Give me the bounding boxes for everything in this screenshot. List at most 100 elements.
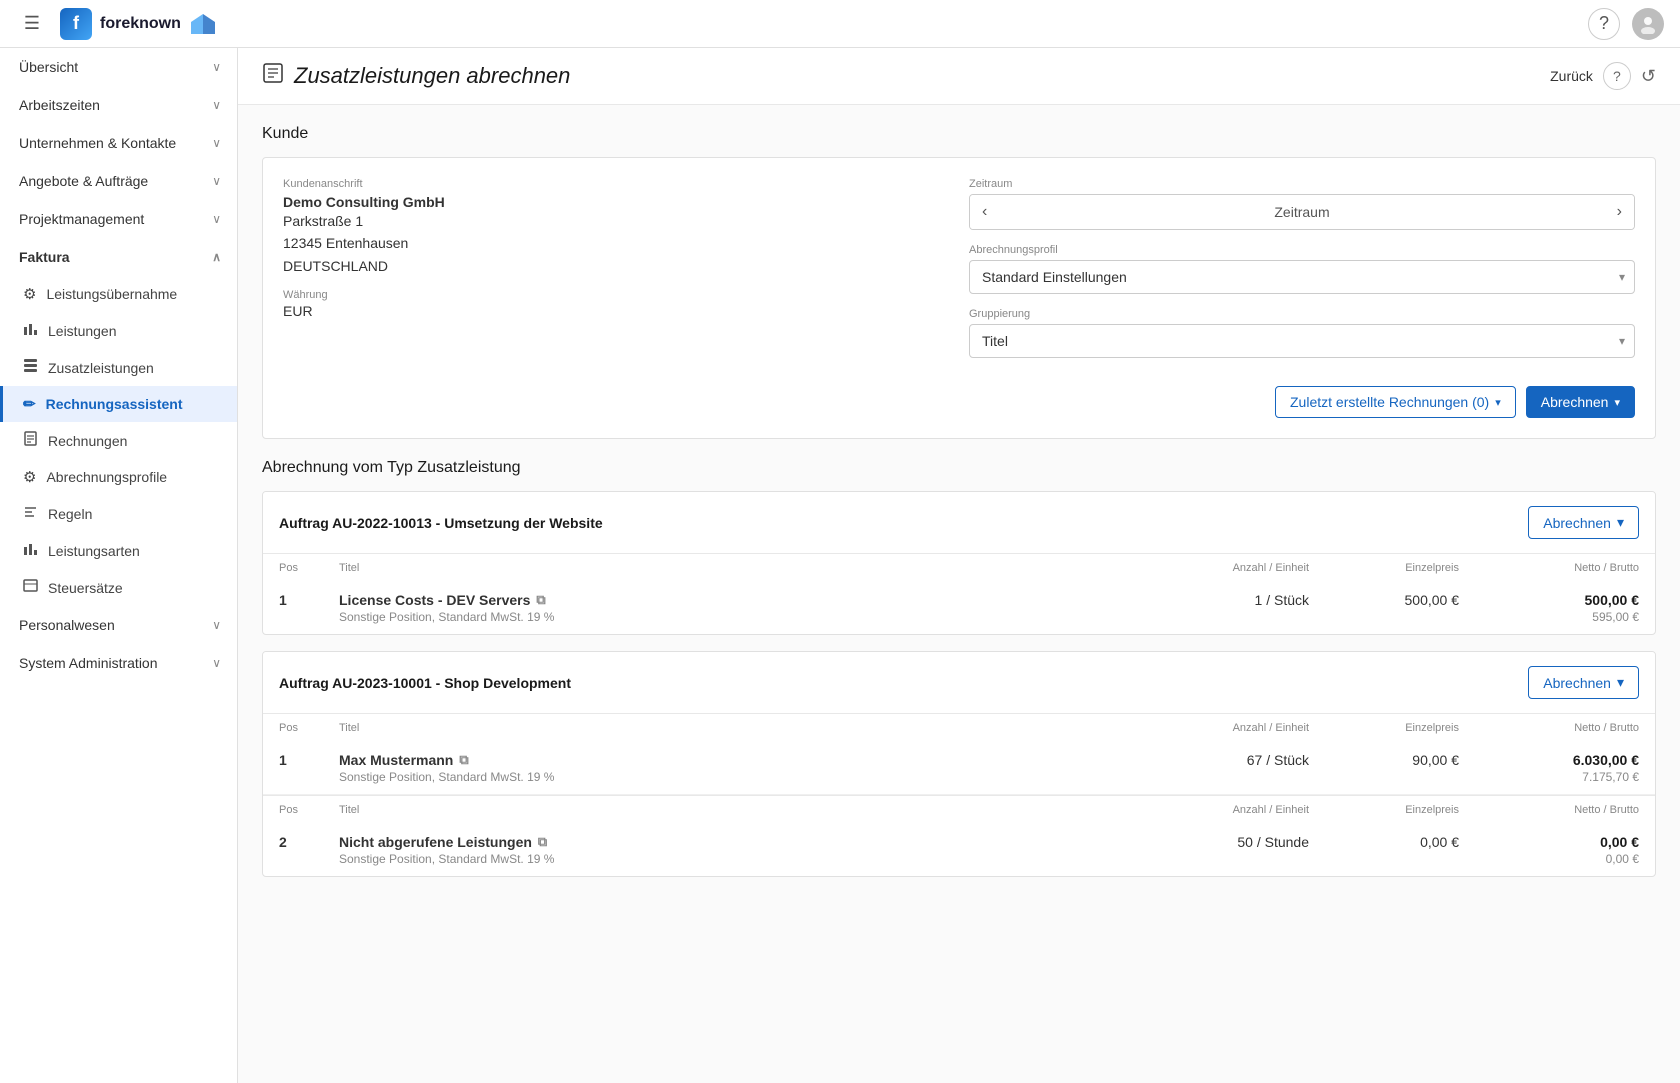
sidebar-item-rechnungsassistent[interactable]: ✏ Rechnungsassistent [0,386,237,422]
dropdown-chevron-icon: ▾ [1495,396,1501,409]
pencil-icon: ✏ [23,395,36,413]
billing-section-title: Abrechnung vom Typ Zusatzleistung [262,459,1656,477]
customer-street: Parkstraße 1 [283,210,949,232]
period-label: Zeitraum [969,178,1635,190]
sidebar-item-personalwesen[interactable]: Personalwesen ∨ [0,606,237,644]
col-price-header: Einzelpreis [1309,804,1459,816]
sidebar-sub-label: Zusatzleistungen [48,360,154,376]
order-bill-button-1[interactable]: Abrechnen ▾ [1528,506,1639,539]
page-refresh-button[interactable]: ↺ [1641,66,1656,87]
item-quantity: 1 / Stück [1129,592,1309,608]
billing-profile-wrapper: Standard Einstellungen [969,260,1635,294]
billing-profile-select[interactable]: Standard Einstellungen [969,260,1635,294]
grouping-select[interactable]: Titel [969,324,1635,358]
billing-profile-label: Abrechnungsprofil [969,244,1635,256]
currency-value: EUR [283,303,949,319]
table-icon [23,358,38,377]
page-help-button[interactable]: ? [1603,62,1631,90]
time-controls: Zeitraum ‹ Zeitraum › Abrechnungsprofil [969,178,1635,358]
chevron-down-icon: ∨ [212,656,221,670]
sidebar-item-zusatzleistungen[interactable]: Zusatzleistungen [0,349,237,386]
bill-button[interactable]: Abrechnen ▾ [1526,386,1635,418]
table-row: 1 Max Mustermann ⧉ Sonstige Position, St… [263,742,1655,795]
sidebar-item-rechnungen[interactable]: Rechnungen [0,422,237,459]
item-quantity: 67 / Stück [1129,752,1309,768]
table-row: 2 Nicht abgerufene Leistungen ⧉ Sonstige… [263,824,1655,876]
period-display: Zeitraum [999,196,1604,228]
sidebar-item-label: Faktura [19,249,70,265]
sidebar-item-leistungsuebernahme[interactable]: ⚙ Leistungsübernahme [0,276,237,312]
item-title: Nicht abgerufene Leistungen ⧉ [339,834,1129,850]
order-title-2: Auftrag AU-2023-10001 - Shop Development [279,675,571,691]
recent-invoices-button[interactable]: Zuletzt erstellte Rechnungen (0) ▾ [1275,386,1516,418]
dropdown-chevron-icon: ▾ [1614,396,1620,409]
time-period-row: ‹ Zeitraum › [969,194,1635,230]
item-unit-price: 500,00 € [1309,592,1459,608]
order-2-col-headers: Pos Titel Anzahl / Einheit Einzelpreis N… [263,714,1655,742]
sidebar-sub-label: Leistungsübernahme [46,286,177,302]
sidebar-sub-label: Steuersätze [48,580,123,596]
item-pos: 1 [279,592,339,608]
item-gross: 7.175,70 € [1459,770,1639,784]
copy-icon[interactable]: ⧉ [536,592,545,608]
avatar-icon [1638,14,1658,34]
help-button[interactable]: ? [1588,8,1620,40]
sidebar-item-steuersatze[interactable]: Steuersätze [0,569,237,606]
item-subtitle: Sonstige Position, Standard MwSt. 19 % [339,610,1129,624]
sidebar-item-ubersicht[interactable]: Übersicht ∨ [0,48,237,86]
menu-button[interactable]: ☰ [16,8,48,40]
chevron-up-icon: ∧ [212,250,221,264]
copy-icon[interactable]: ⧉ [538,834,547,850]
order-bill-button-2[interactable]: Abrechnen ▾ [1528,666,1639,699]
item-total: 0,00 € 0,00 € [1459,834,1639,866]
sidebar-item-angebote[interactable]: Angebote & Aufträge ∨ [0,162,237,200]
main-content: Zusatzleistungen abrechnen Zurück ? ↺ Ku… [238,48,1680,1083]
order-title-1: Auftrag AU-2022-10013 - Umsetzung der We… [279,515,603,531]
col-title-header: Titel [339,562,1129,574]
period-prev-button[interactable]: ‹ [970,195,999,229]
grouping-section: Gruppierung Titel [969,308,1635,358]
col-netgross-header: Netto / Brutto [1459,562,1639,574]
col-price-header: Einzelpreis [1309,722,1459,734]
dropdown-chevron-icon: ▾ [1617,514,1624,531]
sidebar-item-leistungsarten[interactable]: Leistungsarten [0,532,237,569]
item-total: 6.030,00 € 7.175,70 € [1459,752,1639,784]
period-next-button[interactable]: › [1605,195,1634,229]
item-net: 6.030,00 € [1459,752,1639,768]
recent-invoices-label: Zuletzt erstellte Rechnungen (0) [1290,394,1489,410]
sidebar-item-leistungen[interactable]: Leistungen [0,312,237,349]
sidebar-item-arbeitszeiten[interactable]: Arbeitszeiten ∨ [0,86,237,124]
sidebar-item-label: Übersicht [19,59,78,75]
back-button[interactable]: Zurück [1550,68,1593,84]
sidebar-item-label: Arbeitszeiten [19,97,100,113]
page-header: Zusatzleistungen abrechnen Zurück ? ↺ [238,48,1680,105]
chevron-down-icon: ∨ [212,618,221,632]
sidebar-item-projektmanagement[interactable]: Projektmanagement ∨ [0,200,237,238]
page-title-container: Zusatzleistungen abrechnen [262,62,570,90]
user-avatar[interactable] [1632,8,1664,40]
order-card-1: Auftrag AU-2022-10013 - Umsetzung der We… [262,491,1656,635]
customer-section-title: Kunde [262,125,1656,143]
sidebar-item-abrechnungsprofile[interactable]: ⚙ Abrechnungsprofile [0,459,237,495]
chevron-down-icon: ∨ [212,98,221,112]
page-title-icon [262,62,284,90]
sidebar-sub-label: Leistungen [48,323,117,339]
topbar-actions: ? [1588,8,1664,40]
sidebar-sub-label: Rechnungen [48,433,127,449]
item-title-block: Max Mustermann ⧉ Sonstige Position, Stan… [339,752,1129,784]
customer-country: DEUTSCHLAND [283,255,949,277]
customer-postal-city: 12345 Entenhausen [283,232,949,254]
sidebar-item-regeln[interactable]: Regeln [0,495,237,532]
sidebar-item-unternehmen[interactable]: Unternehmen & Kontakte ∨ [0,124,237,162]
bar-chart-icon [23,541,38,560]
copy-icon[interactable]: ⧉ [459,752,468,768]
sidebar-item-faktura[interactable]: Faktura ∧ [0,238,237,276]
col-pos-header: Pos [279,562,339,574]
help-icon: ? [1599,13,1609,34]
period-section: Zeitraum ‹ Zeitraum › [969,178,1635,230]
col-netgross-header: Netto / Brutto [1459,804,1639,816]
page-header-actions: Zurück ? ↺ [1550,62,1656,90]
logo-shape-icon [189,12,217,36]
order-card-2: Auftrag AU-2023-10001 - Shop Development… [262,651,1656,877]
sidebar-item-system-administration[interactable]: System Administration ∨ [0,644,237,682]
